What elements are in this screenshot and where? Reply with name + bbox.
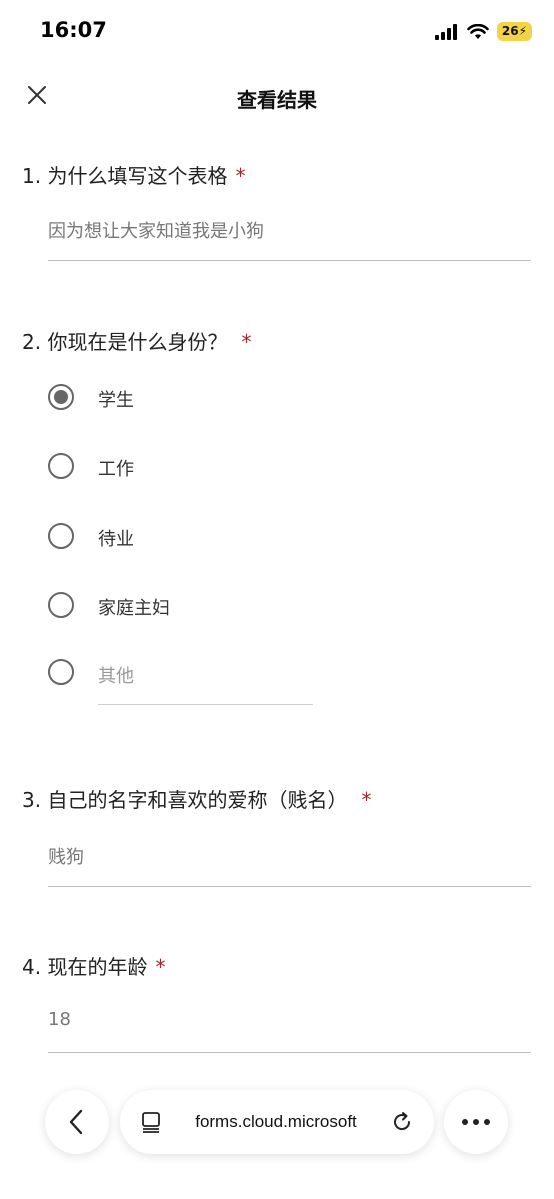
required-marker: * xyxy=(241,330,252,354)
question-1-title: 1. 为什么填写这个表格 * xyxy=(22,164,246,188)
answer-underline xyxy=(48,260,531,261)
required-marker: * xyxy=(155,955,166,979)
question-3-title: 3. 自己的名字和喜欢的爱称（贱名） * xyxy=(22,788,372,812)
question-2-title: 2. 你现在是什么身份？ * xyxy=(22,330,252,354)
required-marker: * xyxy=(361,788,372,812)
question-4-answer: 18 xyxy=(48,1009,71,1030)
option-label-unemployed: 待业 xyxy=(98,529,134,550)
signal-icon xyxy=(434,23,457,40)
answer-underline xyxy=(48,886,531,887)
reload-icon[interactable] xyxy=(390,1110,414,1134)
battery-indicator: 26⚡ xyxy=(496,22,532,41)
option-label-work: 工作 xyxy=(98,459,134,480)
back-button[interactable] xyxy=(45,1090,109,1154)
url-text: forms.cloud.microsoft xyxy=(195,1112,357,1131)
radio-housewife[interactable] xyxy=(48,592,74,618)
radio-other[interactable] xyxy=(48,659,74,685)
more-button[interactable] xyxy=(444,1090,508,1154)
other-input-underline xyxy=(98,704,313,705)
address-bar[interactable]: forms.cloud.microsoft xyxy=(120,1090,434,1154)
option-label-other: 其他 xyxy=(98,666,134,687)
radio-work[interactable] xyxy=(48,453,74,479)
question-4-title: 4. 现在的年龄 * xyxy=(22,955,166,979)
question-3-answer: 贱狗 xyxy=(48,847,84,868)
chevron-left-icon xyxy=(69,1109,83,1135)
option-label-student: 学生 xyxy=(98,390,134,411)
question-1-answer: 因为想让大家知道我是小狗 xyxy=(48,221,264,242)
radio-student[interactable] xyxy=(48,384,74,410)
required-marker: * xyxy=(235,164,246,188)
page-title: 查看结果 xyxy=(237,88,317,112)
status-icons: 26⚡ xyxy=(434,22,532,41)
option-label-housewife: 家庭主妇 xyxy=(98,598,170,619)
radio-unemployed[interactable] xyxy=(48,523,74,549)
tabs-icon xyxy=(142,1112,160,1133)
status-time: 16:07 xyxy=(40,18,107,42)
more-icon xyxy=(462,1119,490,1125)
answer-underline xyxy=(48,1052,531,1053)
wifi-icon xyxy=(467,23,489,39)
